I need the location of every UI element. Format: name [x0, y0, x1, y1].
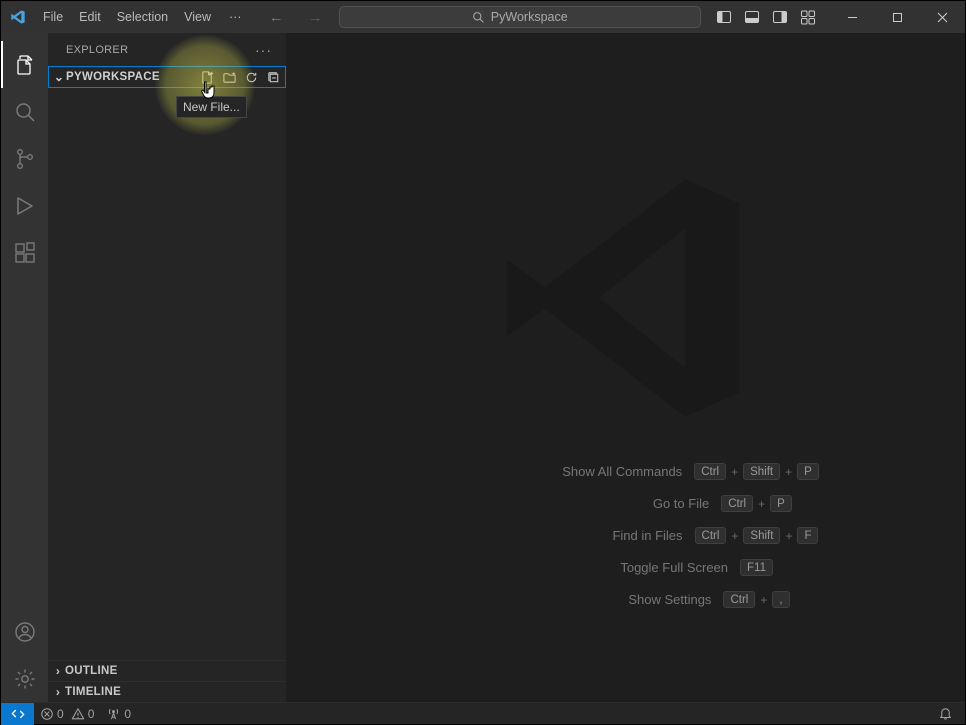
menu-selection[interactable]: Selection: [109, 1, 176, 33]
menu-edit[interactable]: Edit: [71, 1, 109, 33]
shortcut-keys: Ctrl +,: [723, 591, 789, 608]
keycap: F11: [740, 559, 773, 576]
outline-label: OUTLINE: [65, 665, 118, 677]
menu-file[interactable]: File: [35, 1, 71, 33]
keycap: Shift: [743, 463, 780, 480]
shortcut-label: Show All Commands: [432, 464, 682, 479]
welcome-shortcuts: Show All Commands Ctrl + Shift + P Go to File C…: [286, 463, 965, 608]
menu-more[interactable]: ···: [219, 10, 252, 24]
shortcut-keys: Ctrl + Shift + F: [695, 527, 819, 544]
keycap: ,: [772, 591, 789, 608]
plus-separator: +: [731, 529, 738, 543]
menu-view[interactable]: View: [176, 1, 219, 33]
keycap: Ctrl: [723, 591, 755, 608]
ports-status[interactable]: 0: [100, 706, 137, 721]
errors-count: 0: [57, 707, 64, 721]
chevron-right-icon: ›: [51, 664, 65, 678]
notifications-icon[interactable]: [932, 706, 965, 721]
nav-back-icon[interactable]: ←: [261, 9, 292, 26]
warnings-count: 0: [88, 707, 95, 721]
shortcut-label: Go to File: [459, 496, 709, 511]
shortcut-keys: Ctrl + P: [721, 495, 792, 512]
explorer-more-icon[interactable]: ···: [255, 42, 272, 58]
command-center-text: PyWorkspace: [491, 10, 568, 24]
workspace-folder-header[interactable]: ⌄ PYWORKSPACE: [48, 66, 286, 88]
warning-icon: [71, 707, 85, 721]
search-icon: [472, 11, 485, 24]
refresh-icon[interactable]: [244, 70, 259, 85]
window-minimize-button[interactable]: [830, 1, 875, 33]
customize-layout-icon[interactable]: [794, 1, 822, 33]
shortcut-row: Show Settings Ctrl +,: [461, 591, 789, 608]
activity-source-control-icon[interactable]: [1, 135, 48, 182]
shortcut-label: Find in Files: [433, 528, 683, 543]
shortcut-keys: F11: [740, 559, 773, 576]
activity-settings-icon[interactable]: [1, 655, 48, 702]
vscode-logo-icon: [1, 9, 35, 25]
chevron-right-icon: ›: [51, 685, 65, 699]
keycap: F: [797, 527, 818, 544]
window-close-button[interactable]: [920, 1, 965, 33]
remote-indicator[interactable]: [1, 703, 34, 725]
shortcut-row: Show All Commands Ctrl + Shift + P: [432, 463, 819, 480]
explorer-sidebar: EXPLORER ··· ⌄ PYWORKSPACE: [48, 33, 286, 702]
shortcut-row: Go to File Ctrl + P: [459, 495, 792, 512]
ports-count: 0: [124, 707, 131, 721]
new-file-tooltip: New File...: [176, 96, 247, 118]
activity-search-icon[interactable]: [1, 88, 48, 135]
plus-separator: +: [785, 465, 792, 479]
window-maximize-button[interactable]: [875, 1, 920, 33]
nav-forward-icon[interactable]: →: [300, 9, 331, 26]
activity-explorer-icon[interactable]: [1, 41, 48, 88]
layout-secondary-sidebar-icon[interactable]: [766, 1, 794, 33]
new-file-icon[interactable]: [200, 70, 215, 85]
plus-separator: +: [731, 465, 738, 479]
shortcut-row: Toggle Full Screen F11: [478, 559, 773, 576]
activity-bar: [1, 33, 48, 702]
activity-extensions-icon[interactable]: [1, 229, 48, 276]
plus-separator: +: [785, 529, 792, 543]
shortcut-row: Find in Files Ctrl + Shift + F: [433, 527, 819, 544]
keycap: P: [770, 495, 792, 512]
command-center[interactable]: PyWorkspace: [339, 6, 701, 28]
timeline-section[interactable]: › TIMELINE: [48, 681, 286, 702]
explorer-title: EXPLORER: [66, 44, 128, 56]
editor-area: Show All Commands Ctrl + Shift + P Go to File C…: [286, 33, 965, 702]
status-bar: 0 0 0: [1, 702, 965, 724]
vscode-watermark-icon: [491, 163, 761, 433]
keycap: Ctrl: [694, 463, 726, 480]
keycap: P: [797, 463, 819, 480]
shortcut-label: Show Settings: [461, 592, 711, 607]
outline-section[interactable]: › OUTLINE: [48, 660, 286, 681]
radio-tower-icon: [106, 706, 121, 721]
plus-separator: +: [760, 593, 767, 607]
collapse-all-icon[interactable]: [266, 70, 281, 85]
keycap: Shift: [743, 527, 780, 544]
activity-accounts-icon[interactable]: [1, 608, 48, 655]
activity-run-debug-icon[interactable]: [1, 182, 48, 229]
keycap: Ctrl: [695, 527, 727, 544]
new-folder-icon[interactable]: [222, 70, 237, 85]
error-icon: [40, 707, 54, 721]
layout-panel-icon[interactable]: [738, 1, 766, 33]
layout-primary-sidebar-icon[interactable]: [710, 1, 738, 33]
workspace-folder-name: PYWORKSPACE: [66, 71, 160, 83]
keycap: Ctrl: [721, 495, 753, 512]
titlebar: File Edit Selection View ··· ← → PyWorks…: [1, 1, 965, 33]
shortcut-keys: Ctrl + Shift + P: [694, 463, 819, 480]
timeline-label: TIMELINE: [65, 686, 121, 698]
problems-status[interactable]: 0 0: [34, 707, 100, 721]
chevron-down-icon: ⌄: [52, 70, 66, 84]
shortcut-label: Toggle Full Screen: [478, 560, 728, 575]
plus-separator: +: [758, 497, 765, 511]
